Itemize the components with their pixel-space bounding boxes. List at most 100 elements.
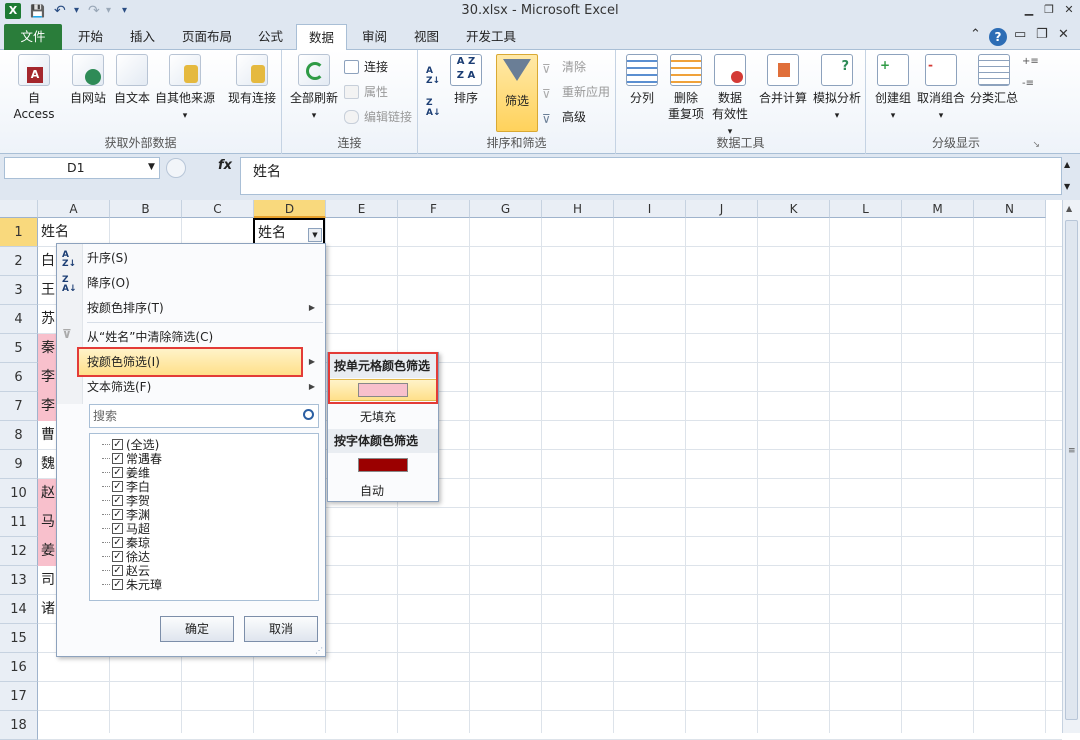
consolidate-button[interactable]: 合并计算 — [756, 54, 810, 106]
checkbox-checked-icon[interactable]: ✓ — [112, 565, 123, 576]
row-header-2[interactable]: 2 — [0, 247, 38, 276]
sort-button[interactable]: A ZZ A 排序 — [448, 54, 484, 106]
column-header-m[interactable]: M — [902, 200, 974, 218]
properties-button[interactable]: 属性 — [344, 83, 388, 101]
row-header-12[interactable]: 12 — [0, 537, 38, 566]
menu-sort-asc[interactable]: 升序(S) — [87, 246, 323, 270]
existing-connections-button[interactable]: 现有连接 — [226, 54, 278, 106]
formula-input[interactable]: 姓名 — [240, 157, 1062, 195]
checkbox-checked-icon[interactable]: ✓ — [112, 495, 123, 506]
cell-a10[interactable]: 赵 — [38, 479, 56, 508]
cell-a12[interactable]: 姜 — [38, 537, 56, 566]
doc-minimize-icon[interactable]: ▭ — [1014, 27, 1026, 42]
checkbox-checked-icon[interactable]: ✓ — [112, 551, 123, 562]
column-header-e[interactable]: E — [326, 200, 398, 218]
row-header-10[interactable]: 10 — [0, 479, 38, 508]
row-header-8[interactable]: 8 — [0, 421, 38, 450]
doc-restore-icon[interactable]: ❐ — [1036, 27, 1048, 42]
filter-value-list[interactable]: ✓ (全选) ✓ 常遇春 ✓ 姜维 ✓ 李白 ✓ 李贺 ✓ 李渊 ✓ 马超 ✓ 秦琼 ✓ 徐达 ✓ 赵云 ✓ 朱元璋 — [89, 433, 319, 601]
remove-duplicates-button[interactable]: 删除 重复项 — [664, 54, 708, 122]
from-access-button[interactable]: A自 Access — [6, 54, 62, 122]
from-web-button[interactable]: 自网站 — [66, 54, 110, 106]
filter-dropdown-icon[interactable]: ▼ — [308, 228, 322, 242]
ungroup-button[interactable]: - 取消组合 ▾ — [914, 54, 968, 124]
row-header-5[interactable]: 5 — [0, 334, 38, 363]
column-header-c[interactable]: C — [182, 200, 254, 218]
row-header-11[interactable]: 11 — [0, 508, 38, 537]
row-header-4[interactable]: 4 — [0, 305, 38, 334]
tab-file[interactable]: 文件 — [4, 24, 62, 50]
checkbox-checked-icon[interactable]: ✓ — [112, 439, 123, 450]
cell-a13[interactable]: 司 — [38, 566, 56, 595]
checkbox-checked-icon[interactable]: ✓ — [112, 523, 123, 534]
checkbox-checked-icon[interactable]: ✓ — [112, 453, 123, 464]
row-header-17[interactable]: 17 — [0, 682, 38, 711]
close-icon[interactable]: ✕ — [1060, 2, 1078, 18]
row-header-7[interactable]: 7 — [0, 392, 38, 421]
checkbox-checked-icon[interactable]: ✓ — [112, 579, 123, 590]
reapply-button[interactable]: ⊽ 重新应用 — [542, 83, 610, 101]
cell-a7[interactable]: 李 — [38, 392, 56, 421]
column-header-a[interactable]: A — [38, 200, 110, 218]
cell-a5[interactable]: 秦 — [38, 334, 56, 363]
tab-view[interactable]: 视图 — [402, 24, 451, 50]
connections-button[interactable]: 连接 — [344, 58, 388, 76]
column-header-n[interactable]: N — [974, 200, 1046, 218]
menu-text-filter[interactable]: 文本筛选(F) ▶ — [87, 375, 323, 399]
row-header-13[interactable]: 13 — [0, 566, 38, 595]
checkbox-checked-icon[interactable]: ✓ — [112, 509, 123, 520]
row-header-14[interactable]: 14 — [0, 595, 38, 624]
tab-data[interactable]: 数据 — [296, 24, 348, 51]
cell-a8[interactable]: 曹 — [38, 421, 56, 450]
edit-links-button[interactable]: 编辑链接 — [344, 108, 412, 126]
tab-insert[interactable]: 插入 — [118, 24, 167, 50]
column-header-j[interactable]: J — [686, 200, 758, 218]
cell-a14[interactable]: 诸 — [38, 595, 56, 624]
subtotal-button[interactable]: 分类汇总 — [966, 54, 1022, 106]
column-header-d[interactable]: D — [254, 200, 326, 218]
collapse-formula-bar-icon[interactable]: ▼ — [1064, 182, 1070, 191]
tab-formulas[interactable]: 公式 — [246, 24, 295, 50]
filter-button[interactable]: 筛选 — [496, 54, 538, 132]
sort-desc-icon[interactable]: Z A↓ — [426, 98, 441, 118]
tab-home[interactable]: 开始 — [66, 24, 115, 50]
name-box[interactable]: D1 — [4, 157, 160, 179]
sort-asc-icon[interactable]: A Z↓ — [426, 66, 440, 86]
row-header-9[interactable]: 9 — [0, 450, 38, 479]
row-header-15[interactable]: 15 — [0, 624, 38, 653]
column-header-i[interactable]: I — [614, 200, 686, 218]
hide-detail-icon[interactable]: -≡ — [1022, 78, 1036, 92]
what-if-analysis-button[interactable]: ? 模拟分析 ▾ — [810, 54, 864, 124]
resize-grip-icon[interactable]: ⋰ — [315, 646, 323, 655]
tab-developer[interactable]: 开发工具 — [454, 24, 528, 50]
row-header-1[interactable]: 1 — [0, 218, 38, 247]
dialog-launcher-icon[interactable]: ↘ — [1032, 140, 1040, 150]
minimize-icon[interactable]: ▁ — [1020, 2, 1038, 18]
ribbon-collapse-icon[interactable]: ⌃ — [970, 27, 981, 42]
refresh-all-button[interactable]: 全部刷新 ▾ — [286, 54, 342, 124]
column-header-h[interactable]: H — [542, 200, 614, 218]
row-header-3[interactable]: 3 — [0, 276, 38, 305]
help-icon[interactable]: ? — [989, 28, 1007, 46]
tab-page-layout[interactable]: 页面布局 — [170, 24, 244, 50]
from-text-button[interactable]: 自文本 — [112, 54, 152, 106]
vertical-scrollbar[interactable]: ▲ ≡ — [1062, 200, 1080, 733]
ok-button[interactable]: 确定 — [160, 616, 234, 642]
column-header-l[interactable]: L — [830, 200, 902, 218]
row-header-6[interactable]: 6 — [0, 363, 38, 392]
text-to-columns-button[interactable]: 分列 — [622, 54, 662, 106]
scrollbar-thumb[interactable] — [1065, 220, 1078, 720]
dark-red-font-swatch[interactable] — [358, 458, 408, 472]
checkbox-checked-icon[interactable]: ✓ — [112, 467, 123, 478]
cancel-button[interactable]: 取消 — [244, 616, 318, 642]
column-header-g[interactable]: G — [470, 200, 542, 218]
insert-function-icon[interactable]: fx — [218, 158, 232, 173]
cell-a9[interactable]: 魏 — [38, 450, 56, 479]
tab-review[interactable]: 审阅 — [350, 24, 399, 50]
no-fill-item[interactable]: 无填充 — [360, 408, 396, 425]
filter-search-input[interactable]: 搜索 — [89, 404, 319, 428]
checkbox-checked-icon[interactable]: ✓ — [112, 537, 123, 548]
group-button[interactable]: + 创建组 ▾ — [870, 54, 916, 124]
cell-a6[interactable]: 李 — [38, 363, 56, 392]
column-header-k[interactable]: K — [758, 200, 830, 218]
